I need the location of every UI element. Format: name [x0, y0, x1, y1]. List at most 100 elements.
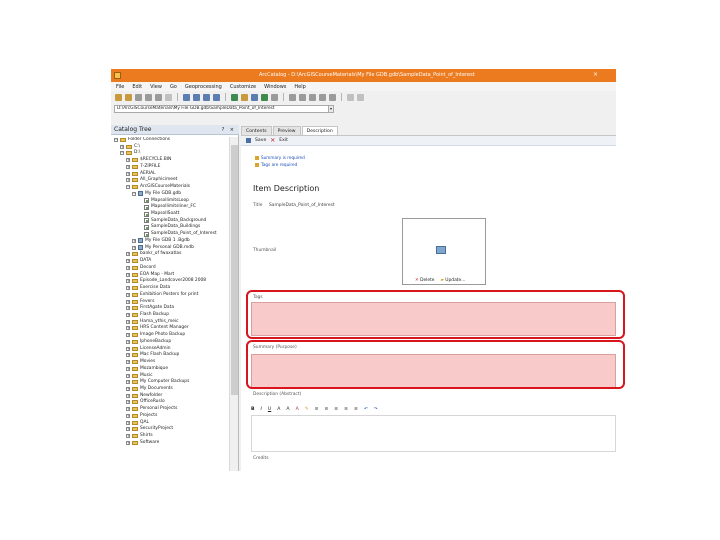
tree-item[interactable]: + Mac Flash Backup — [126, 352, 179, 358]
tree-item[interactable]: + Decord — [126, 265, 156, 271]
tree-item[interactable]: + OfficeRuslo — [126, 399, 165, 405]
disconnect-folder-icon[interactable] — [135, 93, 142, 101]
collapse-icon[interactable]: − — [114, 138, 118, 142]
arctoolbox-icon[interactable] — [261, 93, 268, 101]
search-window-icon[interactable] — [251, 93, 258, 101]
font-color-button[interactable]: A — [296, 407, 299, 412]
font-size-up-button[interactable]: A — [277, 407, 280, 412]
tree-item[interactable]: + Movies — [126, 359, 155, 365]
tree-item[interactable]: + Shirts — [126, 433, 153, 439]
tree-item[interactable]: + My Documents — [126, 386, 173, 392]
list-icon[interactable] — [193, 93, 200, 101]
tree-scrollbar[interactable] — [229, 137, 238, 471]
expand-icon[interactable]: + — [126, 413, 130, 418]
tree-item[interactable]: + Music — [126, 373, 153, 379]
expand-icon[interactable]: + — [126, 380, 130, 385]
chevron-down-icon[interactable]: ▾ — [329, 105, 334, 113]
expand-icon[interactable]: + — [126, 259, 130, 264]
collapse-icon[interactable]: − — [120, 151, 124, 156]
tree-item[interactable]: + Flash Backup — [126, 312, 169, 318]
tree-item[interactable]: − Folder Connections — [114, 137, 170, 143]
bullet-list-button[interactable]: ≡ — [344, 407, 348, 412]
tab-preview[interactable]: Preview — [272, 126, 301, 135]
tree-item[interactable]: + Episode_Landcover2008 2008 — [126, 278, 206, 284]
save-icon[interactable] — [246, 138, 251, 143]
menu-view[interactable]: View — [150, 84, 162, 90]
tree-item[interactable]: MapsollSoatt — [138, 211, 179, 217]
tree-item[interactable]: + Image Photo Backup — [126, 332, 185, 338]
close-icon[interactable]: × — [593, 71, 598, 78]
expand-icon[interactable]: + — [126, 286, 130, 291]
tree-item[interactable]: + Mozambique — [126, 366, 168, 372]
update-thumbnail-button[interactable]: ▰ Update... — [441, 278, 466, 283]
tree-item[interactable]: + HRS Content Manager — [126, 325, 189, 331]
expand-icon[interactable]: + — [126, 178, 130, 183]
summary-required-link[interactable]: Summary is required — [261, 155, 305, 160]
tree-item[interactable]: + C:\ — [120, 144, 140, 150]
identify-icon[interactable] — [329, 93, 336, 101]
expand-icon[interactable]: + — [126, 312, 130, 317]
tree-item[interactable]: +7-ZIPFILE — [126, 164, 160, 170]
tree-item[interactable]: + All_Graphicimeet — [126, 177, 177, 183]
expand-icon[interactable]: + — [126, 319, 130, 324]
tree-item[interactable]: + LicenseAdmin — [126, 346, 171, 352]
expand-icon[interactable]: + — [132, 238, 136, 243]
zoom-in-icon[interactable] — [289, 93, 296, 101]
menu-windows[interactable]: Windows — [264, 84, 286, 90]
tree-item[interactable]: + Hama_ythis_meic — [126, 319, 179, 325]
catalog-tree-window-icon[interactable] — [241, 93, 248, 101]
expand-icon[interactable]: + — [126, 346, 130, 351]
tags-required-link[interactable]: Tags are required — [261, 162, 297, 167]
expand-icon[interactable]: + — [132, 245, 136, 250]
tree-item[interactable]: + SecurityProject — [126, 426, 173, 432]
tree-item[interactable]: Mapsollimitsliner_FC — [138, 204, 196, 210]
save-button[interactable]: Save — [255, 138, 266, 143]
expand-icon[interactable]: + — [126, 292, 130, 297]
bold-button[interactable]: B — [251, 407, 255, 412]
expand-icon[interactable]: + — [126, 407, 130, 412]
tree-item[interactable]: SampleData_Point_of_Interest — [138, 231, 217, 237]
italic-button[interactable]: I — [261, 407, 262, 412]
expand-icon[interactable]: + — [126, 366, 130, 371]
tree-item[interactable]: + QAL — [126, 420, 149, 426]
tree-item[interactable]: + AERIAL — [126, 171, 156, 177]
tree-item[interactable]: + Exhibition Posters for print — [126, 292, 198, 298]
tab-description[interactable]: Description — [301, 126, 338, 135]
expand-icon[interactable]: + — [120, 144, 124, 149]
menu-edit[interactable]: Edit — [132, 84, 142, 90]
menu-go[interactable]: Go — [170, 84, 177, 90]
full-extent-icon[interactable] — [319, 93, 326, 101]
connect-folder-icon[interactable] — [125, 93, 132, 101]
collapse-icon[interactable]: − — [132, 191, 136, 196]
menu-file[interactable]: File — [116, 84, 124, 90]
thumbnails-icon[interactable] — [213, 93, 220, 101]
font-size-down-button[interactable]: A — [286, 407, 289, 412]
tree-item[interactable]: + Software — [126, 440, 159, 446]
tree-item[interactable]: + IphoneBackup — [126, 339, 171, 345]
underline-button[interactable]: U — [268, 407, 271, 412]
tree-item[interactable]: MapsollimitsLoop — [138, 198, 189, 204]
expand-icon[interactable]: + — [126, 353, 130, 358]
expand-icon[interactable]: + — [126, 164, 130, 169]
tree-item[interactable]: + FirstAgate Data — [126, 305, 174, 311]
expand-icon[interactable]: + — [126, 326, 130, 331]
tree-item[interactable]: + Projects — [126, 413, 157, 419]
expand-icon[interactable]: + — [126, 272, 130, 277]
tree-item[interactable]: + My Computer Backups — [126, 379, 189, 385]
large-icons-icon[interactable] — [183, 93, 190, 101]
expand-icon[interactable]: + — [126, 158, 130, 163]
highlight-button[interactable]: ✎ — [305, 407, 309, 412]
expand-icon[interactable]: + — [126, 360, 130, 365]
launch-arcmap-icon[interactable] — [231, 93, 238, 101]
description-field[interactable] — [251, 415, 616, 452]
tree-item[interactable]: − ArcGISCourseMaterials — [126, 184, 190, 190]
title-value[interactable]: SampleData_Point_of_Interest — [269, 203, 335, 208]
redo-button[interactable]: ↷ — [374, 407, 378, 412]
tree-item[interactable]: + My File GDB 1 .Bgdb — [132, 238, 190, 244]
expand-icon[interactable]: + — [126, 171, 130, 176]
expand-icon[interactable]: + — [126, 440, 130, 445]
undo-button[interactable]: ↶ — [364, 407, 368, 412]
align-center-button[interactable]: ≡ — [324, 407, 328, 412]
up-one-level-icon[interactable] — [115, 93, 122, 101]
location-input[interactable]: D:\ArcGISCourseMaterials\My File GDB.gdb… — [114, 105, 329, 113]
